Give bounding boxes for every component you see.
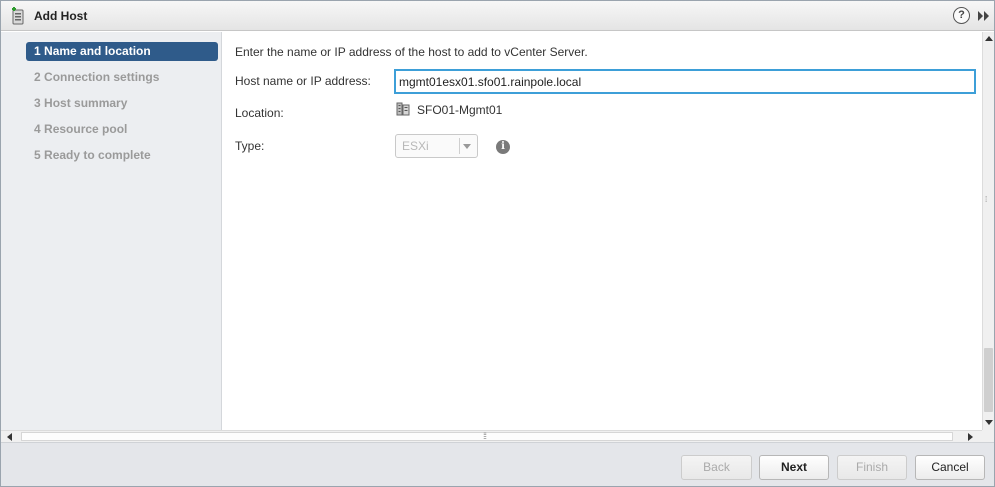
finish-button[interactable]: Finish (837, 455, 907, 480)
dialog-titlebar: Add Host ? (1, 1, 994, 31)
step-number: 2 (34, 70, 41, 84)
type-selected-value: ESXi (402, 139, 429, 153)
add-host-dialog: Add Host ? 1 Name and location 2 Connect… (0, 0, 995, 487)
scroll-left-icon[interactable] (7, 433, 12, 441)
step-number: 5 (34, 148, 41, 162)
grip-icon: ⁞⁞ (483, 431, 487, 441)
wizard-steps-sidebar: 1 Name and location 2 Connection setting… (1, 32, 222, 430)
dialog-title: Add Host (34, 9, 88, 23)
scroll-up-icon[interactable] (985, 36, 993, 41)
host-name-label: Host name or IP address: (235, 74, 371, 88)
vertical-scroll-thumb[interactable] (984, 348, 993, 412)
info-icon[interactable]: i (496, 140, 510, 154)
next-button[interactable]: Next (759, 455, 829, 480)
step-resource-pool: 4 Resource pool (26, 120, 218, 139)
scrollbar-corner (982, 430, 994, 442)
step-label: Ready to complete (44, 148, 151, 162)
step-number: 1 (34, 44, 41, 58)
cancel-button[interactable]: Cancel (915, 455, 985, 480)
horizontal-scroll-thumb[interactable] (21, 432, 953, 441)
host-name-input[interactable] (394, 69, 976, 94)
chevron-down-icon (463, 144, 471, 149)
double-chevron-right-icon[interactable] (975, 8, 991, 24)
horizontal-scrollbar[interactable]: ⁞⁞ (1, 430, 982, 442)
step-number: 3 (34, 96, 41, 110)
scroll-right-icon[interactable] (968, 433, 973, 441)
step-ready-to-complete: 5 Ready to complete (26, 146, 218, 165)
step-label: Host summary (44, 96, 128, 110)
wizard-content: Enter the name or IP address of the host… (223, 32, 982, 430)
select-divider (459, 138, 460, 154)
location-value: SFO01-Mgmt01 (417, 103, 503, 117)
help-icon[interactable]: ? (953, 7, 970, 24)
location-label: Location: (235, 106, 284, 120)
step-number: 4 (34, 122, 41, 136)
step-host-summary: 3 Host summary (26, 94, 218, 113)
datacenter-icon (396, 102, 410, 116)
type-select: ESXi (395, 134, 478, 158)
instruction-text: Enter the name or IP address of the host… (235, 45, 588, 59)
vertical-scrollbar[interactable]: ⁞ (982, 32, 994, 430)
step-connection-settings: 2 Connection settings (26, 68, 218, 87)
type-label: Type: (235, 139, 265, 153)
step-label: Name and location (44, 44, 151, 58)
step-label: Resource pool (44, 122, 128, 136)
scroll-down-icon[interactable] (985, 420, 993, 425)
step-label: Connection settings (44, 70, 160, 84)
dialog-footer: Back Next Finish Cancel (1, 442, 994, 486)
step-name-and-location[interactable]: 1 Name and location (26, 42, 218, 61)
grip-icon: ⁞ (985, 195, 988, 204)
add-host-icon (12, 7, 24, 25)
back-button[interactable]: Back (681, 455, 752, 480)
